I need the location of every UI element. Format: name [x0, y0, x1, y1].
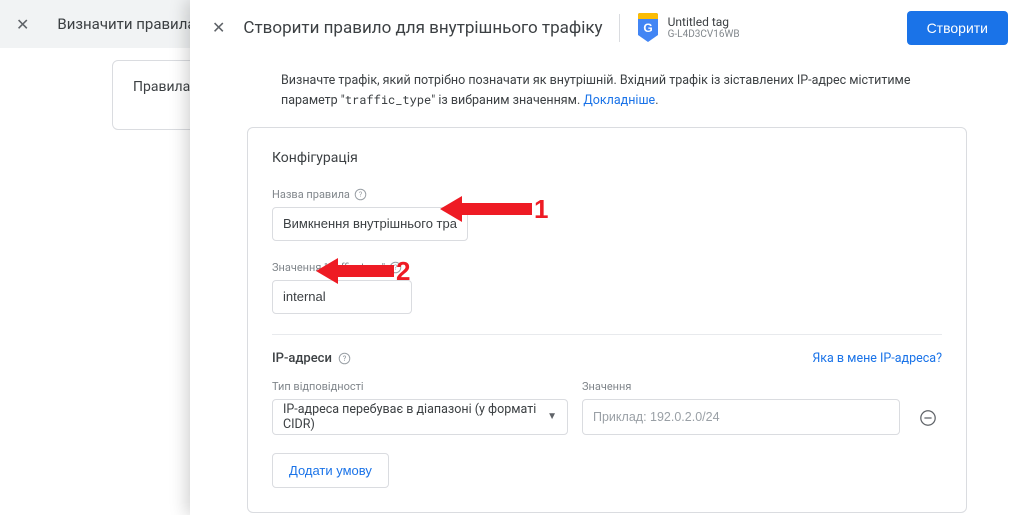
learn-more-link[interactable]: Докладніше [583, 93, 655, 108]
create-rule-panel: ✕ Створити правило для внутрішнього траф… [190, 0, 1024, 515]
panel-body: Визначте трафік, який потрібно позначати… [190, 56, 1024, 515]
svg-text:?: ? [343, 353, 347, 362]
tag-id: G-L4D3CV16WB [668, 29, 740, 40]
match-type-value: IP-адреса перебуває в діапазоні (у форма… [283, 402, 547, 432]
config-card-title: Конфігурація [272, 150, 942, 166]
svg-text:G: G [643, 21, 652, 35]
tag-name: Untitled tag [668, 15, 740, 29]
whats-my-ip-link[interactable]: Яка в мене IP-адреса? [812, 351, 942, 366]
rule-name-input[interactable] [272, 207, 468, 241]
ip-value-input[interactable] [582, 399, 900, 435]
svg-text:?: ? [394, 262, 398, 271]
value-label: Значення [582, 380, 900, 393]
bg-header-title: Визначити правила д [57, 15, 208, 33]
bg-close-icon[interactable]: ✕ [16, 15, 29, 34]
svg-text:?: ? [359, 189, 363, 198]
match-type-label: Тип відповідності [272, 380, 568, 393]
ip-condition-row: Тип відповідності IP-адреса перебуває в … [272, 380, 942, 435]
panel-header: ✕ Створити правило для внутрішнього траф… [190, 0, 1024, 56]
ip-section-label: IP-адреси ? [272, 351, 351, 366]
intro-text: Визначте трафік, який потрібно позначати… [257, 72, 957, 111]
traffic-type-input[interactable] [272, 280, 412, 314]
help-icon[interactable]: ? [389, 261, 402, 274]
divider [619, 14, 620, 42]
tag-block[interactable]: G Untitled tag G-L4D3CV16WB [636, 13, 740, 43]
create-button[interactable]: Створити [907, 11, 1008, 45]
config-card: Конфігурація Назва правила ? Значення "t… [247, 127, 967, 513]
traffic-type-label: Значення "traffic_type" ? [272, 261, 942, 274]
chevron-down-icon: ▼ [547, 411, 557, 422]
section-divider [272, 334, 942, 335]
add-condition-button[interactable]: Додати умову [272, 453, 389, 488]
tag-icon: G [636, 13, 660, 43]
help-icon[interactable]: ? [354, 188, 367, 201]
remove-condition-button[interactable] [914, 404, 942, 432]
help-icon[interactable]: ? [338, 352, 351, 365]
rule-name-label: Назва правила ? [272, 188, 942, 201]
close-icon[interactable]: ✕ [206, 12, 231, 43]
panel-title: Створити правило для внутрішнього трафік… [243, 18, 602, 38]
match-type-select[interactable]: IP-адреса перебуває в діапазоні (у форма… [272, 399, 568, 435]
